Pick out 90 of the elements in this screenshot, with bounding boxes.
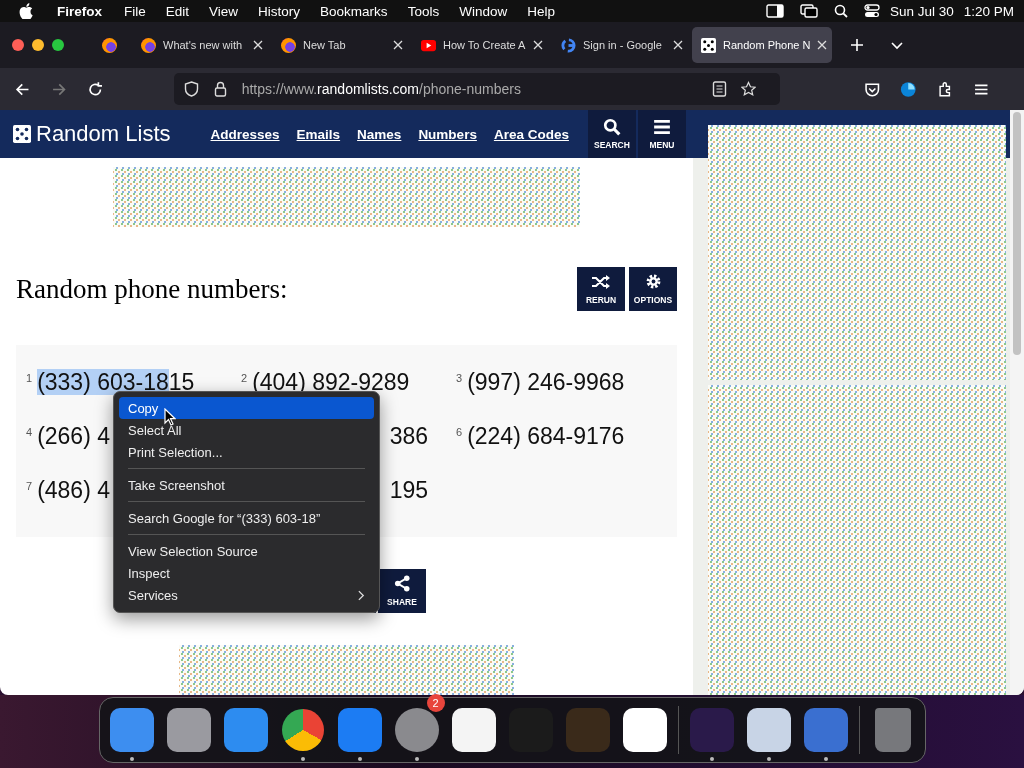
play-icon bbox=[421, 37, 436, 53]
url-text: https://www.randomlists.com/phone-numbers bbox=[241, 81, 521, 97]
address-bar[interactable]: https://www.randomlists.com/phone-numbers bbox=[173, 73, 780, 105]
search-icon[interactable] bbox=[833, 4, 848, 18]
number-index: 7 bbox=[26, 480, 33, 492]
apple-logo-icon[interactable] bbox=[19, 3, 33, 19]
phone-number: (997) 246-9968 bbox=[467, 368, 625, 396]
star-icon[interactable] bbox=[740, 81, 756, 97]
reader-view-icon[interactable] bbox=[711, 81, 727, 97]
mouse-pointer-icon bbox=[164, 408, 176, 426]
number-index: 1 bbox=[26, 372, 33, 384]
context-menu-item[interactable]: View Selection Source bbox=[119, 540, 374, 562]
shuffle-icon bbox=[591, 273, 611, 290]
close-tab-icon[interactable] bbox=[817, 40, 828, 50]
share-icon bbox=[393, 575, 411, 592]
menubar-time: 1:20 PM bbox=[963, 3, 1014, 19]
chevron-right-icon bbox=[358, 589, 365, 601]
context-menu-item[interactable]: Print Selection... bbox=[119, 441, 374, 463]
dice-icon bbox=[701, 37, 716, 53]
windows-icon[interactable] bbox=[799, 4, 818, 18]
menu-app-name[interactable]: Firefox bbox=[57, 3, 102, 19]
minimize-window-icon[interactable] bbox=[32, 39, 44, 51]
menu-item[interactable]: Bookmarks bbox=[320, 3, 388, 19]
search-icon bbox=[602, 118, 621, 136]
menu-item[interactable]: Window bbox=[459, 3, 508, 19]
firefox-icon bbox=[141, 37, 156, 53]
close-tab-icon[interactable] bbox=[393, 40, 403, 50]
gear-icon bbox=[644, 273, 662, 290]
number-index: 4 bbox=[26, 426, 33, 438]
options-button[interactable]: OPTIONS bbox=[629, 267, 677, 311]
menu-button[interactable]: MENU bbox=[637, 110, 686, 158]
context-menu-item[interactable]: Copy bbox=[119, 397, 374, 419]
context-menu-item[interactable]: Inspect bbox=[119, 562, 374, 584]
context-menu-item[interactable]: Take Screenshot bbox=[119, 474, 374, 496]
menu-item[interactable]: File bbox=[124, 3, 146, 19]
context-menu-item[interactable]: Select All bbox=[119, 419, 374, 441]
close-tab-icon[interactable] bbox=[253, 40, 263, 50]
nav-link[interactable]: Area Codes bbox=[493, 126, 569, 142]
nav-link[interactable]: Emails bbox=[296, 126, 341, 142]
scrollbar-thumb[interactable] bbox=[1013, 112, 1021, 355]
close-window-icon[interactable] bbox=[12, 39, 24, 51]
number-index: 3 bbox=[456, 372, 463, 384]
zoom-window-icon[interactable] bbox=[52, 39, 64, 51]
firefox-icon bbox=[281, 37, 296, 53]
app-icon[interactable] bbox=[622, 708, 667, 752]
browser-tab[interactable]: How To Create A bbox=[412, 27, 552, 63]
browser-tab[interactable]: Random Phone N bbox=[692, 27, 832, 63]
site-logo[interactable]: Random Lists bbox=[13, 121, 171, 147]
lock-icon bbox=[212, 81, 228, 97]
phone-number: (266) 4 bbox=[37, 422, 110, 450]
app-icon[interactable] bbox=[166, 708, 211, 752]
menu-item[interactable]: Help bbox=[527, 3, 555, 19]
toggles-icon[interactable] bbox=[863, 4, 880, 18]
number-index: 6 bbox=[456, 426, 463, 438]
rerun-button[interactable]: RERUN bbox=[577, 267, 625, 311]
notification-badge: 2 bbox=[426, 694, 445, 712]
reload-icon[interactable] bbox=[87, 80, 104, 98]
menu-item[interactable]: Tools bbox=[407, 3, 440, 19]
number-index: 2 bbox=[241, 372, 248, 384]
phone-number: (486) 4 bbox=[37, 476, 110, 504]
browser-tab[interactable]: New Tab bbox=[272, 27, 412, 63]
phone-number: 195 bbox=[389, 476, 428, 504]
app-icon[interactable] bbox=[746, 708, 791, 752]
page-heading: Random phone numbers: bbox=[16, 273, 288, 305]
nav-link[interactable]: Addresses bbox=[210, 126, 280, 142]
menu-icon bbox=[652, 118, 671, 136]
browser-tab[interactable]: What's new with bbox=[132, 27, 272, 63]
nav-link[interactable]: Numbers bbox=[418, 126, 477, 142]
phone-number: (404) 892-9289 bbox=[252, 368, 410, 396]
context-menu-item[interactable]: Services bbox=[119, 584, 374, 606]
share-button[interactable]: SHARE bbox=[378, 569, 426, 613]
context-menu-item[interactable]: Search Google for “(333) 603-18” bbox=[119, 507, 374, 529]
browser-tab[interactable]: Sign in - Google bbox=[552, 27, 692, 63]
phone-number: (333) 603-1815 bbox=[37, 368, 195, 396]
new-tab-icon[interactable] bbox=[850, 38, 864, 52]
phone-number: 386 bbox=[389, 422, 428, 450]
menu-item[interactable]: History bbox=[258, 3, 301, 19]
app-icon[interactable] bbox=[451, 708, 496, 752]
close-tab-icon[interactable] bbox=[673, 40, 683, 50]
menu-item[interactable]: View bbox=[209, 3, 239, 19]
sidebar-icon[interactable] bbox=[765, 4, 784, 18]
nav-link[interactable]: Names bbox=[357, 126, 402, 142]
menubar-date: Sun Jul 30 bbox=[889, 3, 954, 19]
search-button[interactable]: SEARCH bbox=[587, 110, 636, 158]
app-icon[interactable] bbox=[281, 709, 324, 751]
account-icon[interactable] bbox=[900, 80, 917, 98]
menu-item[interactable]: Edit bbox=[165, 3, 190, 19]
close-tab-icon[interactable] bbox=[533, 40, 543, 50]
phone-number: (224) 684-9176 bbox=[467, 422, 625, 450]
shield-icon bbox=[183, 81, 199, 97]
